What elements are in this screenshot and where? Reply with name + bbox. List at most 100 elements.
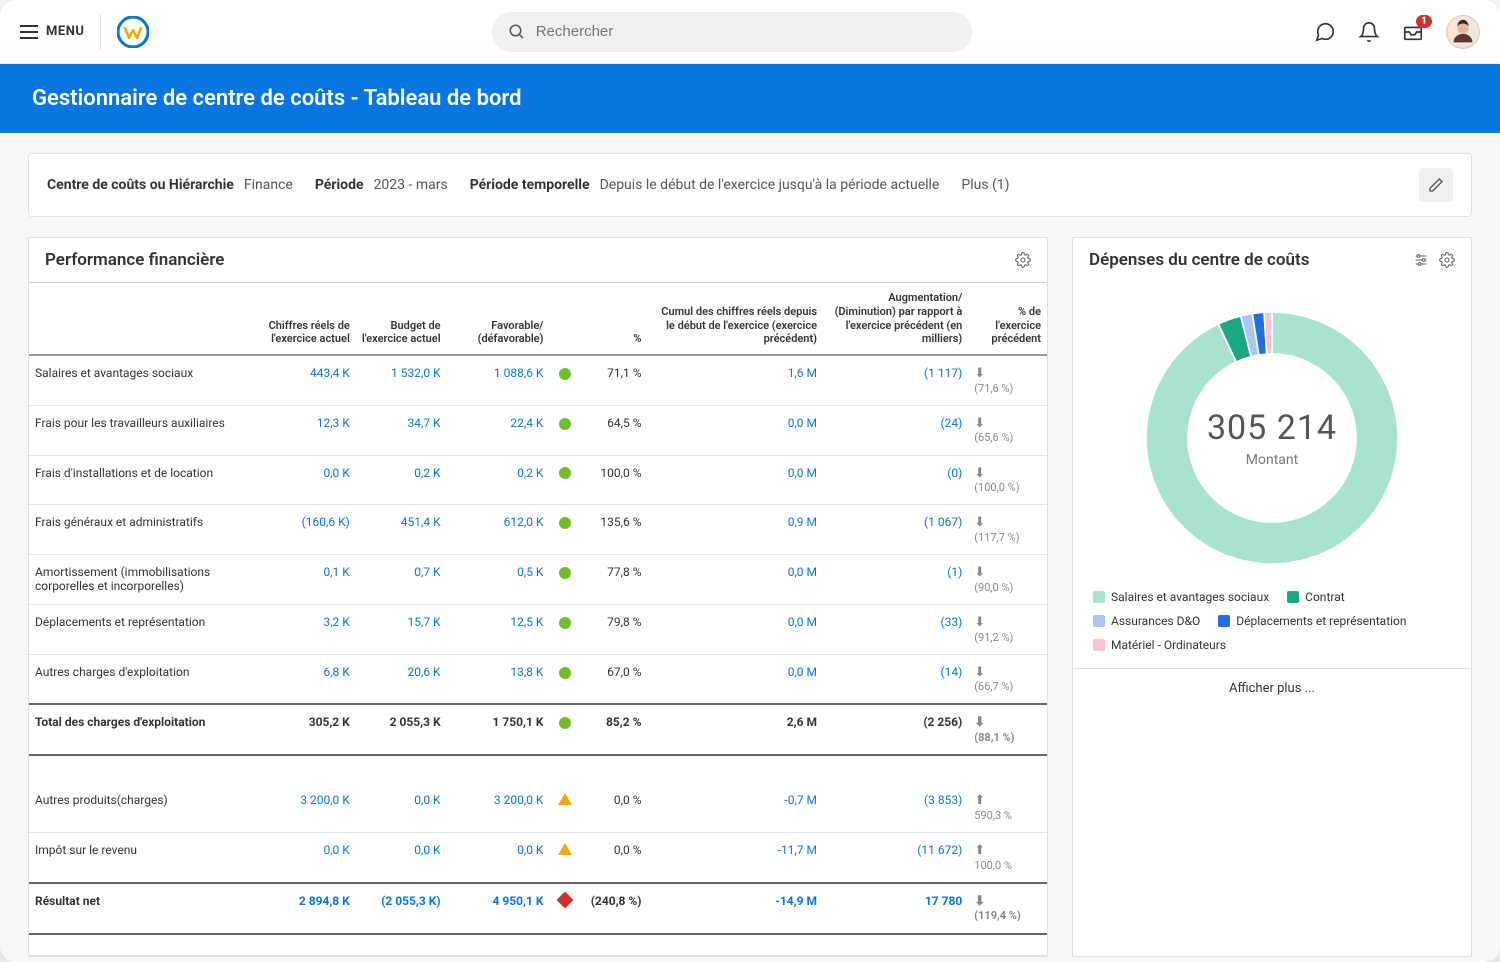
bell-icon[interactable] bbox=[1358, 21, 1380, 43]
app-frame: MENU 1 bbox=[0, 0, 1500, 962]
gear-icon[interactable] bbox=[1015, 252, 1031, 268]
delta-cell[interactable]: (0) bbox=[823, 455, 968, 505]
legend-label: Salaires et avantages sociaux bbox=[1111, 590, 1269, 604]
delta-cell[interactable]: (3 853) bbox=[823, 783, 968, 832]
prior-cell[interactable]: -11,7 M bbox=[648, 833, 824, 883]
donut-chart[interactable]: 305 214 Montant bbox=[1132, 298, 1412, 578]
budget-cell[interactable]: 0,7 K bbox=[356, 555, 447, 605]
prior-cell[interactable]: 0,0 M bbox=[648, 654, 824, 704]
actual-cell[interactable]: 3,2 K bbox=[259, 604, 356, 654]
topbar: MENU 1 bbox=[0, 0, 1500, 64]
pct-cell: 85,2 % bbox=[581, 704, 648, 755]
prior-cell[interactable]: 0,0 M bbox=[648, 555, 824, 605]
actual-cell[interactable]: 6,8 K bbox=[259, 654, 356, 704]
prior-pct-cell: ⬇(100,0 %) bbox=[968, 455, 1047, 505]
delta-cell[interactable]: (1) bbox=[823, 555, 968, 605]
fav-cell[interactable]: 22,4 K bbox=[447, 405, 550, 455]
card-header: Dépenses du centre de coûts bbox=[1073, 238, 1471, 282]
pct-cell: 67,0 % bbox=[581, 654, 648, 704]
legend-item[interactable]: Déplacements et représentation bbox=[1218, 614, 1406, 628]
search-input[interactable] bbox=[536, 23, 956, 40]
prior-pct-cell: ⬇(119,4 %) bbox=[968, 883, 1047, 934]
prior-cell[interactable]: -0,7 M bbox=[648, 783, 824, 832]
delta-cell[interactable]: (24) bbox=[823, 405, 968, 455]
fav-cell[interactable]: 12,5 K bbox=[447, 604, 550, 654]
fav-cell[interactable]: 1 088,6 K bbox=[447, 355, 550, 405]
arrow-up-icon: ⬆ bbox=[974, 793, 985, 808]
budget-cell[interactable]: 1 532,0 K bbox=[356, 355, 447, 405]
delta-cell[interactable]: (1 067) bbox=[823, 505, 968, 555]
delta-cell[interactable]: (33) bbox=[823, 604, 968, 654]
sliders-icon[interactable] bbox=[1413, 252, 1429, 268]
col-delta: Augmentation/ (Diminution) par rapport à… bbox=[823, 283, 968, 356]
pct-cell: 135,6 % bbox=[581, 505, 648, 555]
filter-timeframe-value[interactable]: Depuis le début de l'exercice jusqu'à la… bbox=[600, 177, 940, 193]
delta-cell[interactable]: 17 780 bbox=[823, 883, 968, 934]
filter-period-value[interactable]: 2023 - mars bbox=[374, 177, 448, 193]
budget-cell[interactable]: 0,0 K bbox=[356, 833, 447, 883]
edit-filters-button[interactable] bbox=[1419, 168, 1453, 202]
legend-item[interactable]: Matériel - Ordinateurs bbox=[1093, 638, 1226, 652]
actual-cell[interactable]: (160,6 K) bbox=[259, 505, 356, 555]
prior-cell[interactable]: 0,0 M bbox=[648, 604, 824, 654]
prior-cell[interactable]: 1,6 M bbox=[648, 355, 824, 405]
col-ppct: % de l'exercice précédent bbox=[968, 283, 1047, 356]
fav-cell[interactable]: 0,2 K bbox=[447, 455, 550, 505]
budget-cell[interactable]: 20,6 K bbox=[356, 654, 447, 704]
fav-cell[interactable]: 4 950,1 K bbox=[447, 883, 550, 934]
actual-cell[interactable]: 0,0 K bbox=[259, 833, 356, 883]
donut-value: 305 214 bbox=[1207, 408, 1337, 448]
delta-cell[interactable]: (11 672) bbox=[823, 833, 968, 883]
indicator-cell bbox=[549, 783, 580, 832]
pct-cell: 0,0 % bbox=[581, 833, 648, 883]
filter-cc-value[interactable]: Finance bbox=[244, 177, 293, 193]
delta-cell[interactable]: (1 117) bbox=[823, 355, 968, 405]
budget-cell[interactable]: 15,7 K bbox=[356, 604, 447, 654]
row-label: Total des charges d'exploitation bbox=[29, 704, 259, 755]
row-label: Impôt sur le revenu bbox=[29, 833, 259, 883]
prior-cell[interactable]: 0,0 M bbox=[648, 405, 824, 455]
prior-cell[interactable]: 0,0 M bbox=[648, 455, 824, 505]
prior-cell[interactable]: -14,9 M bbox=[648, 883, 824, 934]
chat-icon[interactable] bbox=[1314, 21, 1336, 43]
fav-cell[interactable]: 0,5 K bbox=[447, 555, 550, 605]
budget-cell: 2 055,3 K bbox=[356, 704, 447, 755]
fav-cell[interactable]: 612,0 K bbox=[447, 505, 550, 555]
filter-more[interactable]: Plus (1) bbox=[961, 177, 1009, 193]
prior-cell[interactable]: 0,9 M bbox=[648, 505, 824, 555]
budget-cell[interactable]: 0,0 K bbox=[356, 783, 447, 832]
budget-cell[interactable]: 34,7 K bbox=[356, 405, 447, 455]
fav-cell[interactable]: 13,8 K bbox=[447, 654, 550, 704]
actual-cell[interactable]: 0,0 K bbox=[259, 455, 356, 505]
row-label: Déplacements et représentation bbox=[29, 604, 259, 654]
actual-cell[interactable]: 0,1 K bbox=[259, 555, 356, 605]
budget-cell[interactable]: (2 055,3 K) bbox=[356, 883, 447, 934]
budget-cell[interactable]: 451,4 K bbox=[356, 505, 447, 555]
actual-cell[interactable]: 443,4 K bbox=[259, 355, 356, 405]
delta-cell[interactable]: (14) bbox=[823, 654, 968, 704]
financial-performance-card: Performance financière Chiffres réels de… bbox=[28, 237, 1048, 957]
show-more-button[interactable]: Afficher plus ... bbox=[1073, 668, 1471, 708]
row-label: Autres produits(charges) bbox=[29, 783, 259, 832]
budget-cell[interactable]: 0,2 K bbox=[356, 455, 447, 505]
fav-cell[interactable]: 0,0 K bbox=[447, 833, 550, 883]
legend-item[interactable]: Salaires et avantages sociaux bbox=[1093, 590, 1269, 604]
table-row: Amortissement (immobilisations corporell… bbox=[29, 555, 1047, 605]
avatar[interactable] bbox=[1446, 15, 1480, 49]
search-box[interactable] bbox=[492, 12, 972, 52]
inbox-icon[interactable]: 1 bbox=[1402, 21, 1424, 43]
prior-pct-cell: ⬆590,3 % bbox=[968, 783, 1047, 832]
actual-cell[interactable]: 2 894,8 K bbox=[259, 883, 356, 934]
indicator-warn-icon bbox=[558, 843, 572, 855]
actual-cell[interactable]: 3 200,0 K bbox=[259, 783, 356, 832]
legend-item[interactable]: Contrat bbox=[1287, 590, 1345, 604]
fav-cell[interactable]: 3 200,0 K bbox=[447, 783, 550, 832]
table-row: Déplacements et représentation3,2 K15,7 … bbox=[29, 604, 1047, 654]
workday-logo[interactable] bbox=[117, 16, 149, 48]
col-name bbox=[29, 283, 259, 356]
donut-legend: Salaires et avantages sociaux Contrat Assu… bbox=[1089, 578, 1455, 652]
actual-cell[interactable]: 12,3 K bbox=[259, 405, 356, 455]
legend-item[interactable]: Assurances D&O bbox=[1093, 614, 1200, 628]
gear-icon[interactable] bbox=[1439, 252, 1455, 268]
menu-button[interactable]: MENU bbox=[20, 24, 84, 39]
